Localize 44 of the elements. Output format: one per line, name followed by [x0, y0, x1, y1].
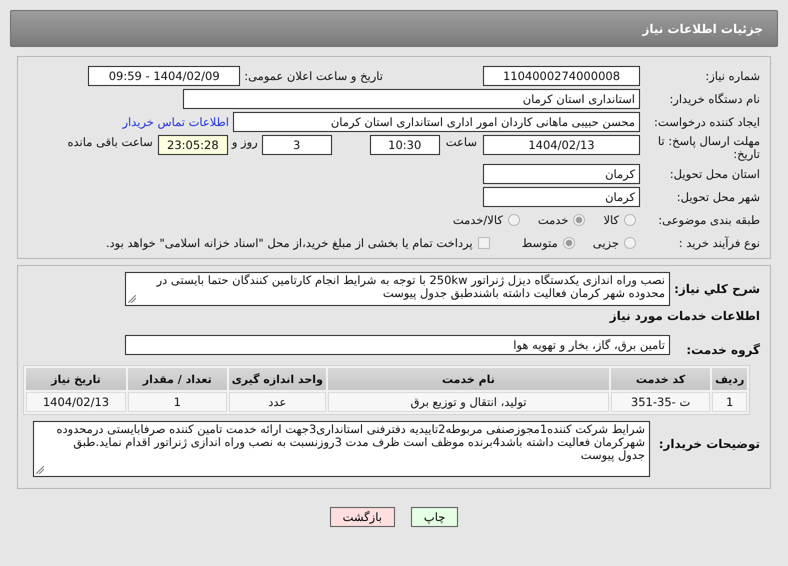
buyer-contact-link[interactable]: اطلاعات تماس خریدار: [122, 115, 229, 129]
action-button[interactable]: چاپ: [410, 507, 458, 527]
table-cell: تولید، انتقال و توزیع برق: [328, 392, 609, 412]
column-header: ردیف: [712, 368, 747, 390]
column-header: واحد اندازه گیری: [228, 368, 326, 390]
field-label: شرح کلي نياز:: [673, 281, 760, 296]
column-header: کد خدمت: [610, 368, 710, 390]
table-cell: 1: [128, 392, 227, 412]
field-label: تاریخ و ساعت اعلان عمومی:: [244, 69, 383, 83]
description-text: نصب وراه اندازی یکدستگاه دیزل ژنراتور 250kw با توجه به شرایط انجام کارتامین کنندگان حتما بایستی در محدوده شهر کرمان فعالیت داشته باشندطبق جدول پیوست: [156, 273, 665, 300]
column-header: نام خدمت: [328, 368, 609, 390]
table-cell: 1: [712, 392, 747, 412]
field-label: مهلت ارسال پاسخ: تا تاریخ:: [656, 135, 760, 161]
field-label: ایجاد کننده درخواست:: [653, 115, 760, 129]
table-cell: ت -35-351: [610, 392, 710, 412]
field-label: طبقه بندی موضوعی:: [657, 213, 760, 227]
column-header: تعداد / مقدار: [128, 368, 227, 390]
column-header: تاریخ نیاز: [26, 368, 126, 390]
days-field: 3: [262, 135, 332, 155]
field-label: گروه خدمت:: [685, 342, 760, 357]
section-heading: اطلاعات خدمات مورد نیاز: [608, 309, 760, 323]
field-label: نام دستگاه خریدار:: [668, 92, 760, 106]
checkbox-label: پرداخت تمام یا بخشی از مبلغ خرید،از محل "اسناد خزانه اسلامی" خواهد بود.: [106, 236, 473, 250]
field-label: نوع فرآیند خرید :: [678, 236, 760, 250]
radio-label: خدمت: [538, 213, 568, 227]
radio-label: متوسط: [522, 236, 558, 250]
table-cell: عدد: [228, 392, 326, 412]
buyer-notes-text: شرایط شرکت کننده1مجوزصنفی مربوطه2تاییدیه دفترفنی استانداری3جهت ارائه خدمت تامین کننده صرفابایستی درمحدوده شهرکرمان فعالیت داشته باشد4برنده موظف است ظرف مدت 3روزنسبت به نصب وراه اندازی ژنراتور اقدام نماید.طبق جدول پیوست: [56, 422, 645, 462]
table-cell: 1404/02/13: [26, 392, 126, 412]
time-field: 10:30: [370, 135, 440, 155]
action-button[interactable]: بازگشت: [330, 507, 395, 527]
radio-label: کالا/خدمت: [452, 213, 503, 227]
date-field: 1404/02/13: [483, 135, 640, 155]
field-label: شماره نیاز:: [704, 69, 760, 83]
page-title: جزئیات اطلاعات نیاز: [642, 22, 763, 36]
field-label: شهر محل تحویل:: [676, 190, 760, 204]
field-label: توضیحات خریدار:: [658, 436, 760, 451]
field-label: روز و: [232, 135, 258, 149]
remaining-time-field: 23:05:28: [158, 135, 228, 155]
field-label: استان محل تحویل:: [668, 167, 760, 181]
field-label: ساعت: [446, 135, 477, 149]
radio-label: جزیی: [592, 236, 619, 250]
radio-label: کالا: [603, 213, 619, 227]
field-label: ساعت باقی مانده: [68, 135, 153, 149]
